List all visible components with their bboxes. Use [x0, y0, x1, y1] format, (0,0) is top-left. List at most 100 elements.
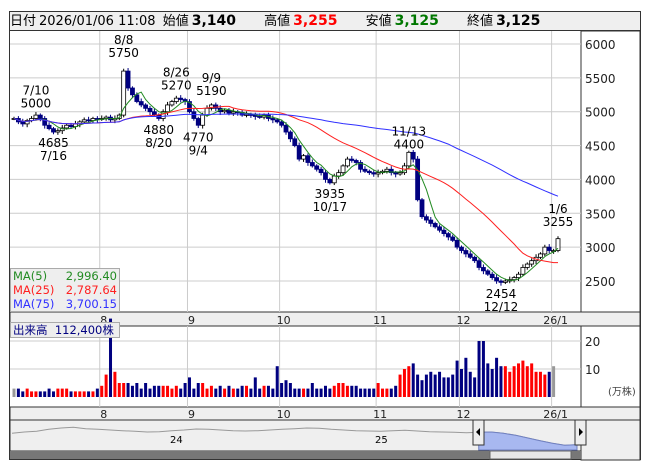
volume-bar [95, 388, 99, 397]
volume-bar [442, 377, 446, 397]
volume-bar [402, 369, 406, 397]
volume-bar [521, 360, 525, 397]
annotation-date: 8/8 [114, 33, 133, 47]
annotation-date: 9/4 [189, 143, 208, 157]
navigator-year-label: 24 [170, 435, 183, 446]
volume-bar [280, 383, 284, 397]
month-label: 26/1 [543, 314, 568, 327]
volume-bar [65, 388, 69, 397]
price-tick-label: 3000 [585, 241, 616, 255]
volume-bar [218, 385, 222, 397]
candle-up [301, 155, 306, 160]
volume-bar [455, 360, 459, 397]
volume-bar [310, 383, 314, 397]
candle-down [349, 158, 355, 161]
volume-bar [201, 383, 205, 397]
candle-down [463, 250, 469, 255]
candle-down [371, 172, 377, 175]
candle-down [318, 168, 324, 174]
volume-bar [275, 366, 279, 397]
volume-bar [433, 374, 437, 397]
volume-bar [328, 388, 332, 397]
volume-bar [508, 371, 512, 397]
candle-down [393, 172, 399, 175]
volume-bar [183, 383, 187, 397]
volume-bar [51, 391, 55, 397]
candle-down [498, 280, 504, 283]
price-tick-label: 5000 [585, 106, 616, 120]
volume-bar [223, 388, 227, 397]
volume-bar [438, 371, 442, 397]
volume-bar [152, 385, 156, 397]
candle-down [257, 116, 263, 118]
price-tick-label: 4000 [585, 173, 616, 187]
volume-bar [12, 388, 16, 397]
volume-bar [170, 388, 174, 397]
volume-bar [552, 366, 556, 397]
volume-bar [231, 388, 235, 397]
annotation-date: 8/26 [163, 65, 190, 79]
volume-bar [420, 380, 424, 397]
volume-bar [543, 374, 547, 397]
ma75-legend: MA(75) 3,700.15 [13, 297, 117, 311]
volume-bar [477, 341, 481, 397]
month-label: 12 [456, 408, 470, 421]
volume-bar [446, 377, 450, 397]
volume-bar [258, 388, 262, 397]
volume-bar [21, 391, 25, 397]
candle-up [222, 109, 227, 113]
volume-bar [398, 374, 402, 397]
stock-chart[interactable]: 2500300035004000450050005500600010208899… [0, 0, 653, 470]
candle-up [538, 253, 543, 258]
volume-bar [245, 385, 249, 397]
annotation-date: 1/6 [548, 202, 567, 216]
volume-bar [144, 383, 148, 397]
volume-bar [196, 383, 200, 397]
price-tick-label: 3500 [585, 207, 616, 221]
volume-bar [122, 383, 126, 397]
volume-bar [227, 385, 231, 397]
volume-bar [135, 383, 139, 397]
volume-bar [372, 388, 376, 397]
candle-down [489, 273, 495, 279]
month-label: 11 [373, 314, 387, 327]
candle-up [397, 172, 403, 175]
volume-bar [499, 366, 503, 397]
scrollbar-thumb[interactable] [489, 450, 572, 460]
volume-bar [376, 383, 380, 397]
candle-down [428, 219, 434, 224]
volume-bar [43, 391, 47, 397]
candle-down [125, 70, 131, 89]
volume-bar [148, 388, 152, 397]
candle-down [485, 270, 491, 275]
annotation-price: 5750 [108, 46, 139, 60]
candle-up [502, 280, 508, 283]
volume-bar [130, 385, 134, 397]
volume-bar [262, 385, 266, 397]
candle-down [472, 256, 478, 262]
candle-down [450, 236, 456, 241]
volume-bar [113, 371, 117, 397]
volume-bar [525, 366, 529, 397]
annotation-date: 11/13 [392, 124, 427, 138]
navigator-corner [580, 419, 641, 461]
month-label: 10 [277, 314, 291, 327]
month-label: 26/1 [543, 408, 568, 421]
candle-down [410, 151, 416, 160]
annotation-date: 9/9 [202, 71, 221, 85]
candle-up [529, 260, 535, 265]
volume-bar [38, 391, 42, 397]
candle-down [20, 121, 26, 125]
volume-bar [319, 388, 323, 397]
candle-down [546, 246, 552, 251]
volume-legend: 出来高 112,400株 [10, 322, 120, 338]
annotation-price: 4685 [38, 136, 69, 150]
ma5-line [13, 91, 559, 281]
volume-bar [341, 383, 345, 397]
annotation-price: 5270 [161, 78, 192, 92]
volume-bar [214, 388, 218, 397]
candle-down [287, 131, 293, 140]
volume-bar [126, 383, 130, 397]
candle-up [524, 263, 530, 268]
volume-bar [530, 363, 534, 397]
